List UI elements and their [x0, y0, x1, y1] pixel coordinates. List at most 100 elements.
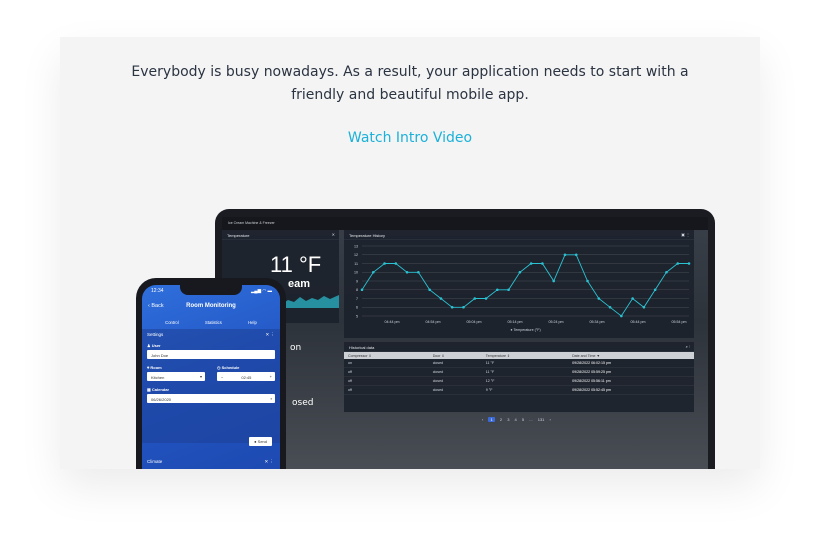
close-icon[interactable]: ✕: [332, 232, 335, 237]
intro-text: Everybody is busy nowadays. As a result,…: [131, 64, 689, 103]
historical-data-title: Historical data: [349, 345, 375, 350]
room-label: Room: [150, 365, 162, 370]
pager-page-5[interactable]: 5: [522, 417, 524, 422]
app-title-bar: Ice Cream Machine & Freezer: [222, 217, 708, 230]
search-icon[interactable]: ⌕ ⋮: [686, 344, 690, 349]
data-point: [428, 288, 431, 292]
door-status-partial: osed: [292, 398, 314, 408]
x-tick-label: 05:54 pm: [672, 320, 687, 324]
room-select[interactable]: Kitchen ▾: [147, 372, 205, 381]
pager-next-button[interactable]: ›: [550, 417, 551, 422]
historical-data-table: Compressor ⇕ Door ⇕ Temperature ⇕ Date a…: [344, 352, 694, 396]
data-point: [371, 270, 375, 274]
pager-page-2[interactable]: 2: [500, 417, 502, 422]
column-header[interactable]: Compressor ⇕: [344, 352, 429, 360]
calendar-input[interactable]: 06/26/2020 ▪: [147, 394, 275, 403]
y-tick-label: 11: [354, 262, 358, 266]
data-point: [462, 305, 465, 309]
table-row: on closed 11 °F 09/28/2022 06:02:15 pm: [344, 359, 694, 369]
schedule-label: Schedule: [221, 365, 240, 370]
calendar-icon[interactable]: ▣ ⋮: [681, 232, 690, 237]
phone-screen: 12:34 ▂▄▆ ◠ ▬ ‹ Back Room Monitoring Con…: [142, 285, 280, 469]
y-tick-label: 5: [356, 314, 358, 318]
data-point: [394, 262, 398, 265]
data-point: [665, 270, 668, 274]
settings-title: Settings: [147, 332, 164, 337]
data-point: [518, 270, 522, 274]
tab-help[interactable]: Help: [248, 320, 257, 325]
send-icon: ●: [254, 439, 257, 444]
pager-page-4[interactable]: 4: [515, 417, 517, 422]
settings-section: Settings ✕ ⋮ ♟ User John Doe ⌖ Room Kitc…: [142, 329, 280, 443]
legend-entry: ● Temperature (°F): [510, 328, 540, 332]
y-tick-label: 9: [356, 279, 358, 283]
minus-icon[interactable]: −: [221, 375, 223, 380]
data-point: [529, 262, 533, 265]
data-point: [586, 279, 589, 283]
pagination: ‹ 1 2 3 4 5 ... 131 ›: [482, 417, 555, 422]
calendar-icon: ▦: [147, 387, 151, 392]
user-label: User: [151, 343, 161, 348]
table-row: off closed 12 °F 09/28/2022 05:56:11 pm: [344, 376, 694, 387]
historical-data-panel: Historical data ⌕ ⋮ Compressor ⇕ Door ⇕ …: [344, 342, 694, 412]
laptop-screen: Ice Cream Machine & Freezer Temperature …: [222, 217, 708, 469]
laptop-mockup: Ice Cream Machine & Freezer Temperature …: [215, 209, 715, 469]
pager-ellipsis: ...: [529, 417, 533, 422]
series-line-temperature: [361, 254, 689, 317]
column-header[interactable]: Door ⇕: [428, 352, 482, 360]
tab-statistics[interactable]: Statistics: [205, 320, 222, 325]
x-tick-label: 04:54 pm: [426, 320, 441, 324]
x-tick-label: 05:14 pm: [508, 320, 523, 324]
settings-menu-icon[interactable]: ✕ ⋮: [265, 332, 275, 338]
phone-title: Room Monitoring: [186, 303, 236, 309]
x-tick-label: 05:24 pm: [549, 320, 564, 324]
phone-notch: [180, 285, 242, 295]
data-point: [507, 288, 510, 292]
data-point: [574, 253, 578, 257]
send-button[interactable]: ● Send: [249, 437, 272, 446]
plus-icon[interactable]: +: [270, 374, 272, 379]
watch-intro-video-link[interactable]: Watch Intro Video: [60, 130, 760, 146]
tab-control[interactable]: Control: [165, 320, 179, 325]
schedule-stepper[interactable]: −02:45 +: [217, 372, 275, 381]
y-tick-label: 10: [354, 271, 358, 275]
data-point: [563, 253, 567, 257]
data-point: [676, 262, 680, 265]
column-header[interactable]: Temperature ⇕: [481, 352, 569, 360]
date-picker-icon[interactable]: ▪: [271, 396, 272, 401]
status-time: 12:34: [151, 288, 164, 294]
y-tick-label: 7: [356, 297, 358, 301]
data-point: [473, 297, 477, 300]
temperature-line-chart: 5 6 7 8 9 10 11 12 13 04:44 pm 04:54 pm 05:04 pm 05:…: [354, 244, 691, 332]
temperature-sparkline: [282, 295, 339, 308]
x-tick-label: 05:04 pm: [467, 320, 482, 324]
pager-page-1[interactable]: 1: [488, 417, 495, 422]
y-tick-label: 13: [354, 244, 358, 248]
clock-icon: ◷: [217, 365, 221, 370]
data-point: [552, 279, 555, 283]
data-point: [631, 297, 634, 300]
data-point: [496, 288, 499, 292]
data-point: [653, 288, 657, 292]
data-point: [484, 297, 488, 300]
phone-mockup: 12:34 ▂▄▆ ◠ ▬ ‹ Back Room Monitoring Con…: [136, 278, 286, 469]
y-tick-label: 8: [356, 288, 358, 292]
data-point: [439, 297, 443, 300]
table-row: off closed 9 °F 09/28/2022 05:52:45 pm: [344, 385, 694, 396]
x-tick-label: 05:44 pm: [631, 320, 646, 324]
pager-page-last[interactable]: 131: [538, 417, 545, 422]
data-point: [383, 262, 386, 265]
pager-prev-button[interactable]: ‹: [482, 417, 483, 422]
location-icon: ⌖: [147, 365, 150, 370]
column-header[interactable]: Date and Time ▼: [568, 352, 694, 360]
data-point: [541, 262, 544, 265]
current-temperature: 11 °F: [270, 252, 322, 277]
user-input[interactable]: John Doe: [147, 350, 275, 359]
temperature-history-panel: Temperature History ▣ ⋮ 5 6 7 8 9 10 11 12 13 04:…: [344, 230, 694, 338]
climate-menu-icon[interactable]: ✕ ⋮: [264, 459, 274, 465]
data-point: [360, 288, 364, 292]
pager-page-3[interactable]: 3: [507, 417, 509, 422]
compressor-status-partial: on: [290, 343, 302, 353]
x-tick-label: 05:34 pm: [590, 320, 605, 324]
table-row: off closed 11 °F 09/28/2022 05:59:25 pm: [344, 367, 694, 378]
